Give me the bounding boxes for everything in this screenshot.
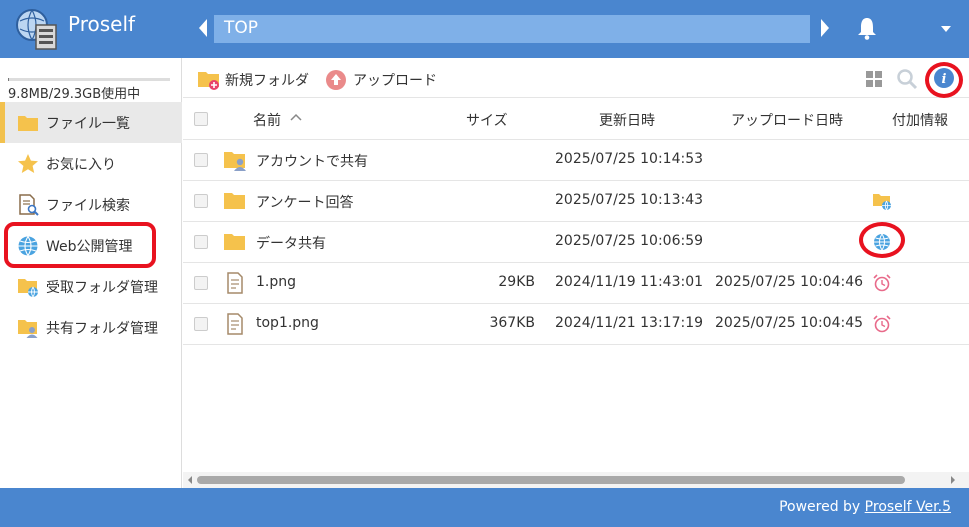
new-folder-label: 新規フォルダ (225, 73, 309, 89)
alarm-clock-icon[interactable] (872, 273, 892, 293)
app-title: Proself (68, 12, 136, 36)
row-modified: 2024/11/19 11:43:01 (555, 274, 704, 290)
file-icon (227, 313, 243, 335)
row-name[interactable]: アカウントで共有 (256, 151, 368, 171)
shared-folder-icon (224, 152, 246, 171)
row-modified: 2025/07/25 10:06:59 (555, 233, 704, 249)
alarm-clock-icon[interactable] (872, 314, 892, 334)
row-size: 29KB (498, 274, 535, 290)
column-header-extra: 付加情報 (892, 113, 948, 129)
folder-icon (18, 116, 38, 131)
footer: Powered by Proself Ver.5 (0, 488, 969, 527)
star-icon (18, 154, 38, 173)
row-modified: 2025/07/25 10:14:53 (555, 151, 704, 167)
table-row[interactable]: 1.png 29KB 2024/11/19 11:43:01 2025/07/2… (183, 263, 969, 304)
column-header-modified[interactable]: 更新日時 (599, 110, 655, 130)
sidebar-item-receive-folder[interactable]: 受取フォルダ管理 (0, 266, 182, 307)
table-row[interactable]: データ共有 2025/07/25 10:06:59 (183, 222, 969, 263)
sidebar-item-file-search[interactable]: ファイル検索 (0, 184, 182, 225)
scroll-left-icon[interactable] (187, 476, 193, 484)
quota-fill (8, 78, 9, 81)
upload-button[interactable]: アップロード (325, 68, 437, 92)
quota-text: 9.8MB/29.3GB使用中 (8, 87, 141, 102)
upload-icon (326, 70, 346, 90)
select-all-checkbox[interactable] (194, 112, 208, 126)
forward-arrow-icon[interactable] (818, 17, 832, 39)
scroll-right-icon[interactable] (950, 476, 956, 484)
sidebar-item-shared-folder[interactable]: 共有フォルダ管理 (0, 307, 182, 348)
table-row[interactable]: top1.png 367KB 2024/11/21 13:17:19 2025/… (183, 304, 969, 345)
row-name[interactable]: データ共有 (256, 233, 326, 253)
column-header-size[interactable]: サイズ (466, 110, 508, 130)
new-folder-icon (198, 72, 219, 90)
sidebar-item-label: ファイル検索 (46, 198, 130, 214)
new-folder-button[interactable]: 新規フォルダ (197, 68, 309, 92)
column-header-name[interactable]: 名前 (253, 110, 281, 130)
sidebar-item-label: 受取フォルダ管理 (46, 280, 158, 296)
path-breadcrumb[interactable]: TOP (214, 15, 810, 43)
column-header-uploaded[interactable]: アップロード日時 (731, 110, 843, 130)
row-size: 367KB (489, 315, 535, 331)
toolbar: 新規フォルダ アップロード i (183, 58, 969, 98)
row-checkbox[interactable] (194, 317, 208, 331)
grid-view-icon[interactable] (865, 70, 883, 88)
header: Proself TOP (0, 0, 969, 58)
back-arrow-icon[interactable] (196, 17, 210, 39)
powered-by: Powered by Proself Ver.5 (779, 499, 951, 515)
receive-folder-icon (18, 279, 38, 298)
sidebar-item-label: ファイル一覧 (46, 116, 130, 132)
sidebar-item-label: お気に入り (46, 157, 116, 173)
shared-folder-icon (18, 320, 38, 338)
highlight-circle-globe (859, 222, 905, 258)
row-checkbox[interactable] (194, 235, 208, 249)
file-search-icon (19, 194, 39, 216)
upload-label: アップロード (353, 73, 437, 89)
horizontal-scrollbar[interactable] (183, 472, 969, 488)
product-link[interactable]: Proself Ver.5 (865, 499, 951, 515)
folder-icon (224, 193, 245, 209)
row-checkbox[interactable] (194, 276, 208, 290)
row-name[interactable]: top1.png (256, 315, 319, 331)
sidebar: 9.8MB/29.3GB使用中 ファイル一覧 お気に入り ファイル検索 Web公… (0, 58, 182, 488)
highlight-circle-info (925, 62, 963, 98)
bell-icon[interactable] (856, 16, 878, 40)
row-checkbox[interactable] (194, 153, 208, 167)
sort-up-icon[interactable] (290, 113, 302, 121)
row-name[interactable]: アンケート回答 (256, 192, 353, 212)
table-row[interactable]: アンケート回答 2025/07/25 10:13:43 (183, 181, 969, 222)
row-uploaded: 2025/07/25 10:04:45 (715, 315, 864, 331)
scrollbar-thumb[interactable] (197, 476, 905, 484)
proself-logo-icon (16, 9, 57, 50)
row-uploaded: 2025/07/25 10:04:46 (715, 274, 864, 290)
folder-icon (224, 234, 245, 250)
table-header: 名前 サイズ 更新日時 アップロード日時 付加情報 (183, 99, 969, 140)
row-modified: 2024/11/21 13:17:19 (555, 315, 704, 331)
table-row[interactable]: アカウントで共有 2025/07/25 10:14:53 (183, 140, 969, 181)
receive-folder-icon[interactable] (872, 191, 892, 211)
powered-by-text: Powered by (779, 499, 865, 515)
row-name[interactable]: 1.png (256, 274, 296, 290)
row-modified: 2025/07/25 10:13:43 (555, 192, 704, 208)
highlight-box-web-publish (4, 222, 156, 268)
sidebar-item-favorites[interactable]: お気に入り (0, 143, 182, 184)
quota-bar (8, 78, 170, 81)
row-checkbox[interactable] (194, 194, 208, 208)
chevron-down-icon[interactable] (940, 25, 952, 33)
file-icon (227, 272, 243, 294)
sidebar-item-file-list[interactable]: ファイル一覧 (0, 102, 182, 143)
search-icon[interactable] (896, 68, 918, 90)
sidebar-item-label: 共有フォルダ管理 (46, 321, 158, 337)
